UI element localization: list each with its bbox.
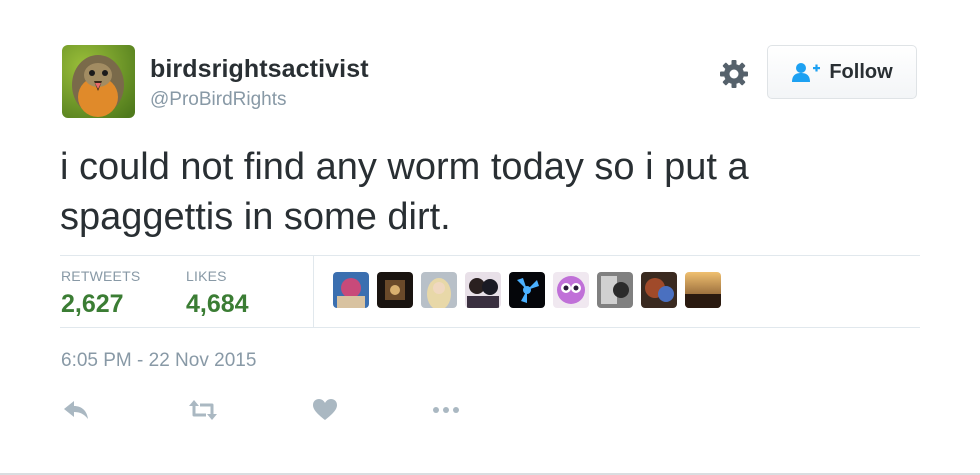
like-icon[interactable] [312, 397, 342, 423]
follow-button-label: Follow [829, 60, 893, 83]
liker-avatar[interactable] [509, 272, 545, 308]
liker-avatar[interactable] [333, 272, 369, 308]
liker-avatar[interactable] [685, 272, 721, 308]
tweet-timestamp[interactable]: 6:05 PM - 22 Nov 2015 [61, 350, 256, 372]
retweets-label: RETWEETS [61, 268, 141, 284]
more-icon[interactable] [431, 397, 463, 423]
retweets-stat[interactable]: RETWEETS 2,627 [61, 268, 140, 319]
liker-avatar[interactable] [641, 272, 677, 308]
tweet-card: birdsrightsactivist @ProBirdRights Follo… [0, 0, 980, 475]
liker-avatars [333, 272, 721, 308]
liker-avatar[interactable] [377, 272, 413, 308]
gear-icon[interactable] [718, 58, 750, 90]
liker-avatar[interactable] [465, 272, 501, 308]
follow-button[interactable]: Follow [767, 45, 917, 99]
user-handle[interactable]: @ProBirdRights [150, 89, 287, 111]
liker-avatar[interactable] [597, 272, 633, 308]
liker-avatar[interactable] [421, 272, 457, 308]
reply-icon[interactable] [62, 397, 92, 423]
divider [60, 327, 920, 328]
likes-count: 4,684 [186, 290, 249, 318]
display-name[interactable]: birdsrightsactivist [150, 55, 369, 84]
tweet-text: i could not find any worm today so i put… [60, 146, 749, 238]
likes-stat[interactable]: LIKES 4,684 [186, 268, 249, 319]
retweets-count: 2,627 [61, 290, 124, 318]
divider [60, 255, 920, 256]
divider [313, 256, 314, 327]
user-avatar[interactable] [62, 45, 135, 118]
liker-avatar[interactable] [553, 272, 589, 308]
retweet-icon[interactable] [187, 397, 217, 423]
follow-user-icon [791, 61, 821, 83]
likes-label: LIKES [186, 268, 227, 284]
